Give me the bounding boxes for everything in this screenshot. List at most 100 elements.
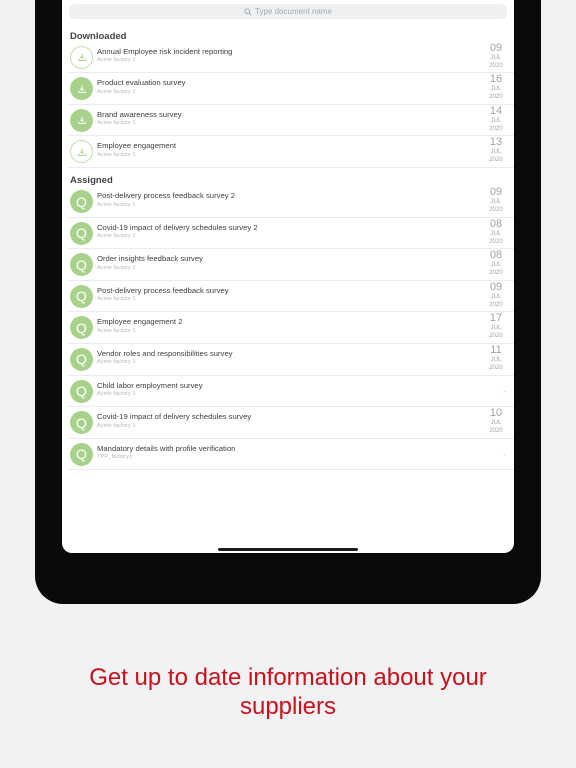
date-year: 2020 <box>489 207 503 213</box>
date-day: 13 <box>489 136 503 149</box>
download-status-icon <box>70 77 93 101</box>
date-year: 2020 <box>489 428 503 435</box>
date-year: 2020 <box>489 301 503 308</box>
date-month: JUL <box>490 149 502 156</box>
app-screen: Type document name Downloaded Annual Emp… <box>62 0 514 553</box>
list-item[interactable]: Q Child labor employment survey Acme facto… <box>67 376 514 408</box>
list-item[interactable]: Product evaluation survey Acme factory 1 1… <box>67 73 514 105</box>
downloaded-section-title: Downloaded <box>70 31 127 42</box>
document-avatar: Q <box>70 190 93 213</box>
date-day: 11 <box>490 343 502 356</box>
tagline: Get up to date information about your su… <box>0 663 576 721</box>
document-date: 09 JUL 2020 <box>485 41 507 69</box>
list-item[interactable]: Q Mandatory details with profile verifica… <box>67 439 514 471</box>
list-item[interactable]: Q Vendor roles and responsibilities surve… <box>67 344 514 376</box>
download-icon <box>77 148 86 156</box>
assigned-section-title: Assigned <box>70 175 113 186</box>
document-name: Post-delivery process feedback survey 2 <box>97 191 236 200</box>
date-year: 2020 <box>489 333 503 340</box>
list-item[interactable]: Q Covid-19 impact of delivery schedules s… <box>67 407 514 439</box>
download-icon <box>77 53 86 61</box>
document-name: Post-delivery process feedback survey <box>97 285 229 295</box>
date-year: 2020 <box>489 157 503 164</box>
document-date: 11 JUL 2020 <box>485 343 507 371</box>
document-name: Product evaluation survey <box>97 78 186 88</box>
date-year: 2020 <box>489 238 503 245</box>
document-location: Acme factory 1 <box>97 391 136 398</box>
date-day: 10 <box>489 407 503 420</box>
date-month: JUL <box>490 420 502 427</box>
document-name: Covid-19 impact of delivery schedules su… <box>97 412 252 422</box>
date-month: JUL <box>490 293 502 300</box>
list-item[interactable]: Q Post-delivery process feedback survey Ac… <box>67 281 514 313</box>
list-item[interactable]: Q Order insights feedback survey Acme fact… <box>67 249 514 281</box>
document-date: 13 JUL 2020 <box>485 136 507 164</box>
document-date: 09 JUL 2020 <box>485 187 507 214</box>
document-location: Acme factory 1 <box>97 422 136 429</box>
document-avatar: Q <box>70 221 93 245</box>
download-icon <box>77 116 86 125</box>
document-location: Acme factory 1 <box>97 327 136 334</box>
list-item[interactable]: Annual Employee risk incident reporting A… <box>67 42 514 74</box>
document-date: 08 JUL 2020 <box>485 249 507 277</box>
document-name: Vendor roles and responsibilities survey <box>97 348 233 358</box>
home-indicator[interactable] <box>218 548 358 551</box>
no-date-marker: - <box>503 449 506 459</box>
document-date: 16 JUL 2020 <box>485 73 507 101</box>
list-item[interactable]: Q Covid-19 impact of delivery schedules s… <box>67 218 514 250</box>
document-avatar: Q <box>70 442 93 466</box>
date-day: 14 <box>489 104 503 117</box>
download-status-icon <box>70 45 93 69</box>
document-location: TPP_factory1 <box>97 454 133 461</box>
date-month: JUL <box>490 356 502 363</box>
no-date-marker: - <box>503 386 506 396</box>
date-day: 08 <box>489 249 503 262</box>
search-icon <box>244 7 252 16</box>
document-location: Acme factory 1 <box>97 296 136 303</box>
document-avatar: Q <box>70 316 93 340</box>
document-name: Order insights feedback survey <box>97 254 203 264</box>
list-item[interactable]: Q Post-delivery process feedback survey 2… <box>67 186 514 218</box>
document-date: 14 JUL 2020 <box>485 104 507 132</box>
document-location: Acme factory 1 <box>97 57 136 63</box>
document-location: Acme factory 1 <box>97 233 136 240</box>
download-icon <box>77 85 86 93</box>
date-year: 2020 <box>489 94 503 101</box>
list-item[interactable]: Brand awareness survey Acme factory 1 14 JU… <box>67 105 514 137</box>
list-item[interactable]: Employee engagement Acme factory 1 13 JUL 20… <box>67 136 514 168</box>
document-name: Covid-19 impact of delivery schedules su… <box>97 222 258 232</box>
document-avatar: Q <box>70 411 93 435</box>
document-date: 09 JUL 2020 <box>485 280 507 308</box>
date-month: JUL <box>490 86 502 93</box>
date-day: 09 <box>489 41 503 54</box>
document-avatar: Q <box>70 253 93 277</box>
date-month: JUL <box>490 54 502 61</box>
downloaded-list: Annual Employee risk incident reporting A… <box>67 42 514 168</box>
date-year: 2020 <box>489 62 503 69</box>
date-month: JUL <box>490 262 502 269</box>
date-month: JUL <box>490 199 502 205</box>
search-input[interactable]: Type document name <box>69 4 507 19</box>
document-date: 10 JUL 2020 <box>485 407 507 435</box>
date-day: 08 <box>489 217 503 230</box>
date-month: JUL <box>490 230 502 237</box>
download-status-icon <box>70 108 93 132</box>
date-month: JUL <box>490 325 502 332</box>
document-location: Acme factory 1 <box>97 201 136 208</box>
tagline-line-1: Get up to date information about your <box>89 664 487 691</box>
document-avatar: Q <box>70 379 93 403</box>
date-year: 2020 <box>489 270 503 277</box>
document-name: Employee engagement 2 <box>97 317 183 327</box>
date-day: 09 <box>489 280 503 293</box>
document-location: Acme factory 1 <box>97 120 136 127</box>
date-year: 2020 <box>489 364 503 371</box>
document-avatar: Q <box>70 284 93 308</box>
date-day: 16 <box>489 73 503 86</box>
document-name: Employee engagement <box>97 141 177 151</box>
assigned-list: Q Post-delivery process feedback survey 2… <box>67 186 514 471</box>
tagline-line-2: suppliers <box>239 693 337 720</box>
search-placeholder: Type document name <box>255 7 332 16</box>
list-item[interactable]: Q Employee engagement 2 Acme factory 1 17 JU… <box>67 312 514 344</box>
download-status-icon <box>70 140 93 164</box>
document-name: Mandatory details with profile verificat… <box>97 443 236 453</box>
